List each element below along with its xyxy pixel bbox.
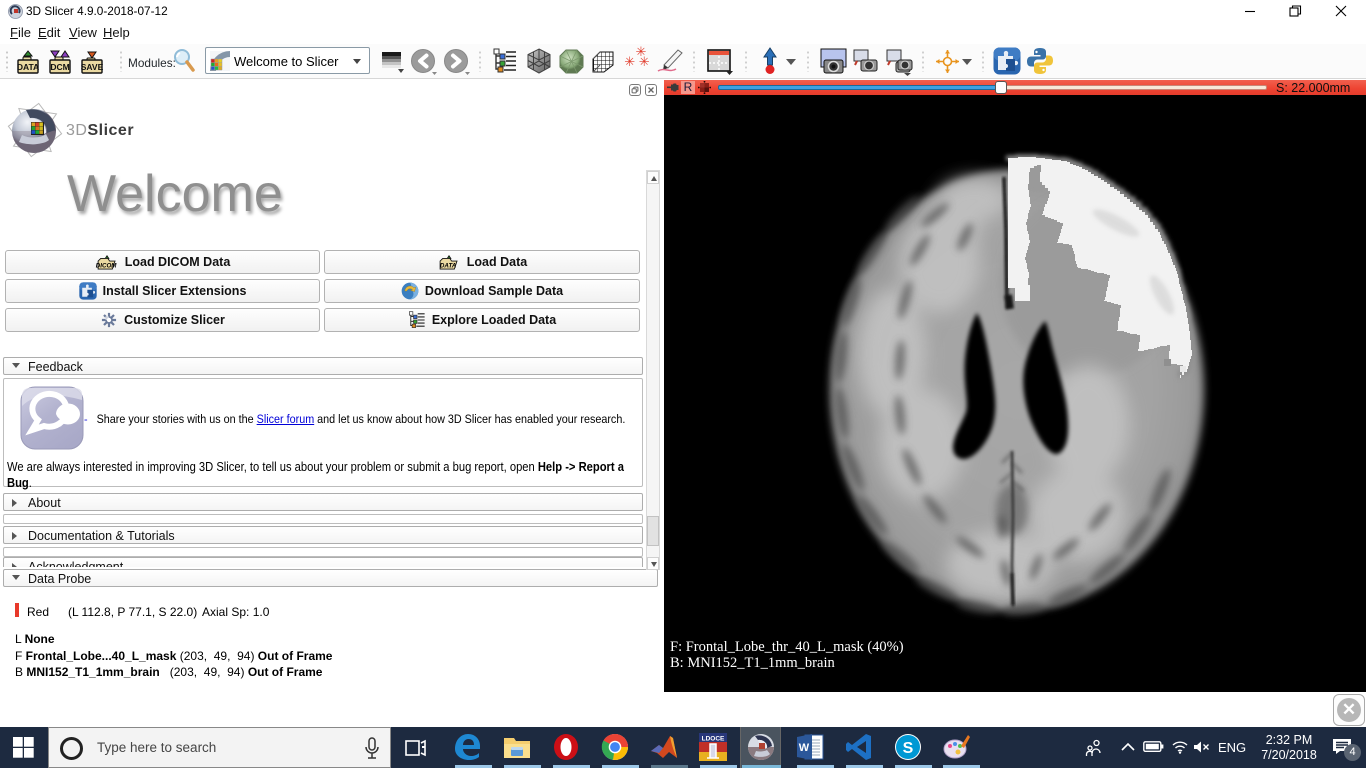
svg-text:LDOCE: LDOCE xyxy=(702,736,725,743)
svg-text:W: W xyxy=(799,742,810,754)
svg-text:DATA: DATA xyxy=(440,262,457,269)
svg-text:DCM: DCM xyxy=(50,62,69,72)
svg-text:S: S xyxy=(903,740,914,757)
svg-text:DATA: DATA xyxy=(17,62,39,72)
svg-text:SAVE: SAVE xyxy=(81,62,104,72)
svg-text:DICOM: DICOM xyxy=(95,262,117,269)
